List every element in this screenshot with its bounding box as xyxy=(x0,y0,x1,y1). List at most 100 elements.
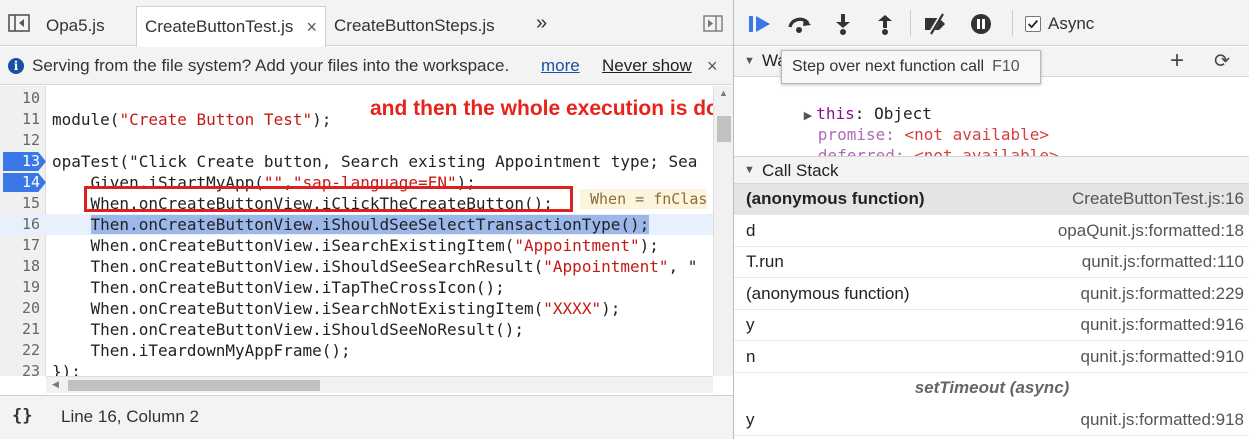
infobar-never-show-link[interactable]: Never show xyxy=(602,47,692,85)
call-frame[interactable]: (anonymous function) CreateButtonTest.js:… xyxy=(734,184,1249,215)
async-checkbox[interactable] xyxy=(1025,16,1041,32)
line-number[interactable]: 10 xyxy=(0,88,40,109)
call-frame-location[interactable]: qunit.js:formatted:110 xyxy=(1082,252,1244,272)
close-infobar-icon[interactable]: × xyxy=(707,47,718,85)
tab-create-button-steps-js[interactable]: CreateButtonSteps.js xyxy=(326,6,503,46)
line-number[interactable]: 16 xyxy=(0,214,40,235)
call-frame-location[interactable]: qunit.js:formatted:910 xyxy=(1081,347,1244,367)
scope-row-promise: promise: <not available> xyxy=(760,103,1049,144)
call-frame-function: T.run xyxy=(746,252,784,271)
call-frame[interactable]: y qunit.js:formatted:918 xyxy=(734,405,1249,436)
tab-label: Opa5.js xyxy=(46,16,105,35)
code-text: Then.iTeardownMyAppFrame(); xyxy=(52,341,351,360)
line-number[interactable]: 12 xyxy=(0,130,40,151)
line-number[interactable]: 11 xyxy=(0,109,40,130)
step-out-icon[interactable] xyxy=(871,12,899,36)
code-text: When.onCreateButtonView.iSearchExistingI… xyxy=(52,236,659,255)
line-number[interactable]: 13 xyxy=(0,151,40,172)
code-line[interactable]: 20 When.onCreateButtonView.iSearchNotExi… xyxy=(0,298,713,319)
line-number[interactable]: 22 xyxy=(0,340,40,361)
async-label: setTimeout (async) xyxy=(914,378,1070,397)
editor-vertical-scrollbar[interactable]: ▲ xyxy=(713,86,733,376)
pause-on-exceptions-icon[interactable] xyxy=(967,12,995,36)
async-label[interactable]: Async xyxy=(1048,14,1094,34)
annotation-highlight-box xyxy=(84,186,573,212)
call-frame-function: d xyxy=(746,220,756,240)
code-line[interactable]: 19 Then.onCreateButtonView.iTapTheCrossI… xyxy=(0,277,713,298)
step-over-tooltip: Step over next function call F10 xyxy=(781,50,1041,84)
deactivate-breakpoints-icon[interactable] xyxy=(922,12,950,36)
code-line[interactable]: 13 opaTest("Click Create button, Search e… xyxy=(0,151,713,172)
collapse-triangle-icon[interactable]: ▼ xyxy=(744,55,755,67)
code-text: Then.onCreateButtonView.iShouldSeeNoResu… xyxy=(52,320,525,339)
line-number[interactable]: 20 xyxy=(0,298,40,319)
step-into-icon[interactable] xyxy=(829,12,857,36)
code-line[interactable]: 16 Then.onCreateButtonView.iShouldSeeSel… xyxy=(0,214,713,235)
call-frame[interactable]: n qunit.js:formatted:910 xyxy=(734,342,1249,373)
collapse-triangle-icon[interactable]: ▼ xyxy=(744,164,755,176)
line-number[interactable]: 21 xyxy=(0,319,40,340)
pretty-print-icon[interactable]: {} xyxy=(12,406,32,426)
call-frame-function: (anonymous function) xyxy=(746,283,910,303)
call-frame-location[interactable]: qunit.js:formatted:918 xyxy=(1081,410,1244,430)
horizontal-scroll-thumb[interactable] xyxy=(68,380,320,391)
scope-variables: ▶this: Object promise: <not available> d… xyxy=(734,78,1249,165)
call-frame[interactable]: d opaQunit.js:formatted:18 xyxy=(734,216,1249,247)
close-tab-icon[interactable]: × xyxy=(306,7,317,47)
tab-label: CreateButtonTest.js xyxy=(145,17,294,36)
tab-opa5-js[interactable]: Opa5.js xyxy=(38,6,113,46)
scroll-up-icon[interactable]: ▲ xyxy=(719,88,728,98)
more-tabs-icon[interactable]: » xyxy=(536,12,547,35)
scope-row-this[interactable]: ▶ this: Object xyxy=(746,82,932,123)
code-line[interactable]: 18 Then.onCreateButtonView.iShouldSeeSea… xyxy=(0,256,713,277)
call-frame-location[interactable]: opaQunit.js:formatted:18 xyxy=(1058,221,1244,241)
tooltip-text: Step over next function call xyxy=(792,58,985,75)
call-frame-function: y xyxy=(746,315,755,334)
line-number[interactable]: 14 xyxy=(0,172,40,193)
tab-label: CreateButtonSteps.js xyxy=(334,16,495,35)
toggle-navigator-icon[interactable] xyxy=(8,14,30,32)
vertical-scroll-thumb[interactable] xyxy=(717,116,731,142)
infobar-more-link[interactable]: more xyxy=(541,47,580,85)
code-editor[interactable]: 10 11 module("Create Button Test"); 12 13 opa… xyxy=(0,86,713,376)
call-frame-function: n xyxy=(746,346,756,366)
call-frame-function: y xyxy=(746,409,755,429)
toolbar-separator xyxy=(1012,10,1013,36)
code-line[interactable]: 23}); xyxy=(0,361,713,376)
toggle-debugger-sidebar-icon[interactable] xyxy=(703,15,723,32)
call-frame[interactable]: y qunit.js:formatted:916 xyxy=(734,310,1249,341)
call-frame[interactable]: (anonymous function) qunit.js:formatted:2… xyxy=(734,279,1249,310)
code-line[interactable]: 12 xyxy=(0,130,713,151)
call-frame-location[interactable]: qunit.js:formatted:916 xyxy=(1081,315,1244,335)
infobar-message: Serving from the file system? Add your f… xyxy=(32,56,510,75)
call-stack-label: Call Stack xyxy=(762,161,839,180)
call-stack-async-separator: setTimeout (async) xyxy=(734,373,1249,404)
scroll-left-icon[interactable]: ◀ xyxy=(52,379,59,390)
line-number[interactable]: 18 xyxy=(0,256,40,277)
resume-icon[interactable] xyxy=(746,12,774,36)
scope-row-deferred: deferred: <not available> xyxy=(760,124,1059,165)
add-watch-icon[interactable]: + xyxy=(1170,47,1184,75)
code-line[interactable]: 22 Then.iTeardownMyAppFrame(); xyxy=(0,340,713,361)
call-frame-location[interactable]: CreateButtonTest.js:16 xyxy=(1072,189,1244,209)
editor-horizontal-scrollbar[interactable]: ◀ xyxy=(46,376,713,393)
code-line[interactable]: 21 Then.onCreateButtonView.iShouldSeeNoR… xyxy=(0,319,713,340)
refresh-icon[interactable]: ⟳ xyxy=(1214,50,1230,73)
inline-variable-value: When = fnClas xyxy=(580,189,708,209)
tab-create-button-test-js[interactable]: CreateButtonTest.js × xyxy=(136,6,326,47)
line-number[interactable]: 15 xyxy=(0,193,40,214)
line-number[interactable]: 17 xyxy=(0,235,40,256)
step-over-icon[interactable] xyxy=(786,12,814,36)
call-frame[interactable]: T.run qunit.js:formatted:110 xyxy=(734,247,1249,278)
call-stack-section-header[interactable]: ▼ Call Stack xyxy=(734,156,1249,184)
code-text: Then.onCreateButtonView.iTapTheCrossIcon… xyxy=(52,278,505,297)
line-number[interactable]: 19 xyxy=(0,277,40,298)
code-text: opaTest("Click Create button, Search exi… xyxy=(52,152,698,171)
call-stack-list: (anonymous function) CreateButtonTest.js:… xyxy=(734,184,1249,439)
cursor-position: Line 16, Column 2 xyxy=(61,407,199,426)
code-line[interactable]: 17 When.onCreateButtonView.iSearchExisti… xyxy=(0,235,713,256)
line-number[interactable]: 23 xyxy=(0,361,40,376)
code-text: module("Create Button Test"); xyxy=(52,110,332,129)
sources-panel: Opa5.js CreateButtonTest.js × CreateButt… xyxy=(0,0,733,439)
call-frame-location[interactable]: qunit.js:formatted:229 xyxy=(1081,284,1244,304)
